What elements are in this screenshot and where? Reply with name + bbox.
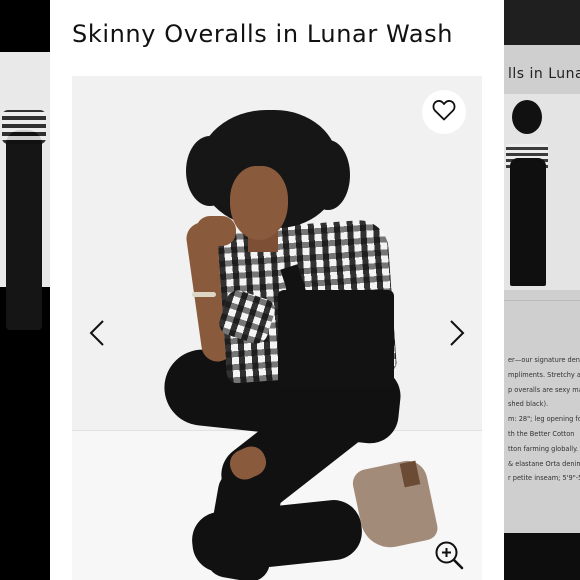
next-image-button[interactable] [446,318,468,352]
background-left-photo [0,52,50,330]
zoom-button[interactable] [432,540,466,574]
chevron-left-icon [89,319,105,351]
product-title: Skinny Overalls in Lunar Wash [72,20,454,48]
zoom-in-icon [434,540,464,574]
background-listing-photo [504,94,580,290]
background-left-panel [0,0,50,580]
favorite-button[interactable] [422,90,466,134]
product-photo[interactable] [72,76,482,580]
heart-outline-icon [432,99,456,125]
product-image-modal: Skinny Overalls in Lunar Wash [50,0,504,580]
previous-image-button[interactable] [86,318,108,352]
background-listing-title: lls in Lunar [508,66,580,82]
background-right-panel: lls in Lunar er—our signature denim mpli… [504,0,580,580]
background-listing-description: er—our signature denim mpliments. Stretc… [508,356,580,483]
chevron-right-icon [449,319,465,351]
